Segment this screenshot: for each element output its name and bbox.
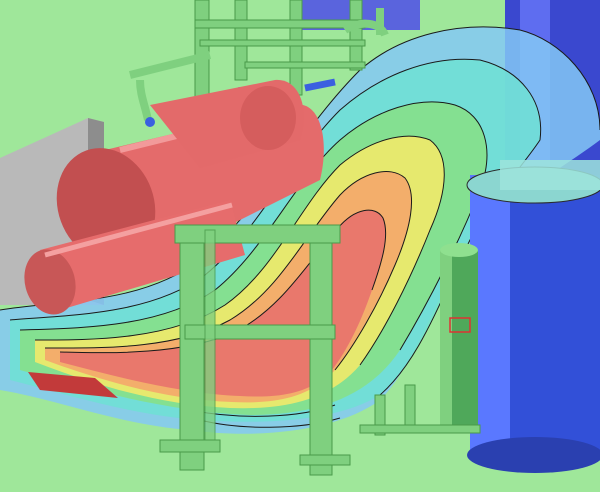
scene-svg (0, 0, 600, 492)
green-column (440, 243, 478, 425)
valve-icon (145, 117, 155, 127)
plant-3d-scene (0, 0, 600, 492)
blue-storage-tank (466, 160, 600, 473)
